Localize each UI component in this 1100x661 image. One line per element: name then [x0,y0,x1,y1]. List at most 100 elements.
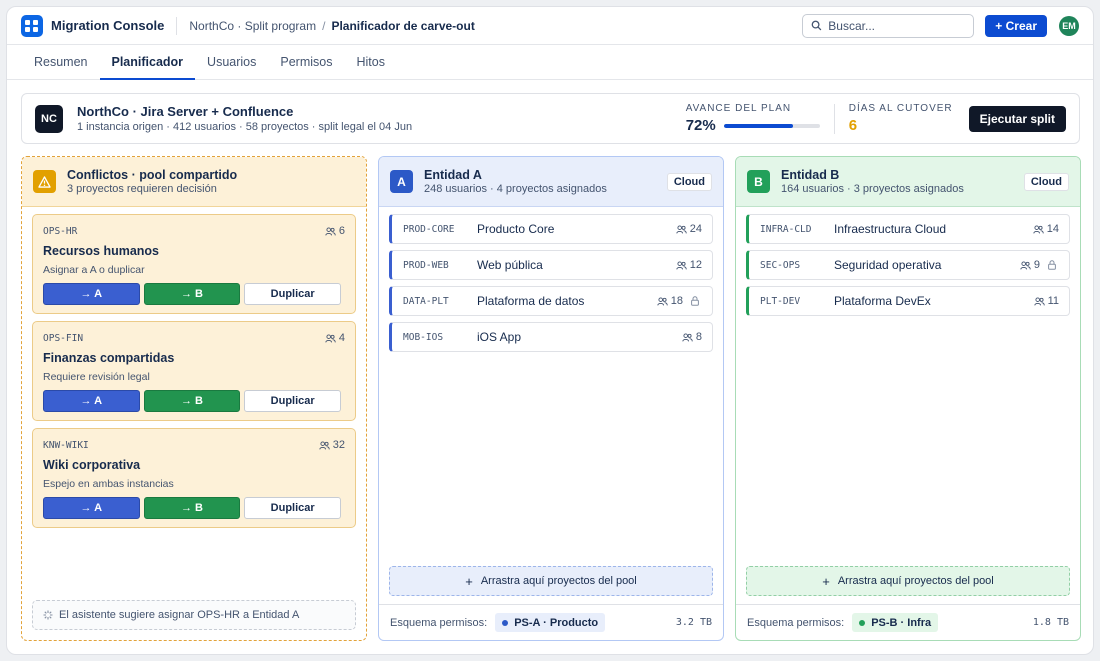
user-count-value: 12 [689,259,702,271]
tab-usuarios[interactable]: Usuarios [195,45,268,79]
project-name: Recursos humanos [43,244,160,258]
entity-a-header: A Entidad A 248 usuarios · 4 proyectos a… [379,157,723,207]
tab-planificador[interactable]: Planificador [99,45,196,80]
assign-a-button[interactable]: → A [43,283,140,305]
conflicts-title: Conflictos · pool compartido [67,168,238,182]
days-value: 6 [848,117,858,134]
cloud-tag: Cloud [1023,172,1069,191]
plan-title: NorthCo · Jira Server + Confluence [77,104,294,119]
breadcrumb-separator: / [322,18,326,33]
project-row[interactable]: PLT-DEV Plataforma DevEx 11 [746,286,1070,316]
users-icon [676,260,687,270]
assistant-text: El asistente sugiere asignar OPS-HR a En… [59,609,300,621]
scheme-label: Esquema permisos: [390,616,488,629]
project-code: DATA-PLT [403,295,449,307]
duplicate-button[interactable]: Duplicar [244,497,342,519]
project-name: Seguridad operativa [834,258,942,272]
user-count: 32 [319,439,345,451]
user-count: 18 [657,295,702,307]
project-code: MOB-IOS [403,331,444,343]
project-code: SEC-OPS [760,259,801,271]
project-name: Infraestructura Cloud [834,222,947,236]
drop-zone-label: Arrastra aquí proyectos del pool [480,575,637,587]
user-count: 14 [1033,223,1059,235]
project-name: Wiki corporativa [43,458,141,472]
conflict-note: Espejo en ambas instancias [43,478,174,490]
divider [176,16,178,35]
users-icon [1033,296,1045,306]
assign-b-button[interactable]: → B [143,497,241,519]
project-row[interactable]: INFRA-CLD Infraestructura Cloud 14 [746,214,1070,244]
permission-scheme-chip[interactable]: PS-A · Producto [495,613,606,632]
entity-a-subtitle: 248 usuarios · 4 proyectos asignados [424,183,607,195]
entity-b-footer: Esquema permisos: PS-B · Infra 1.8 TB [736,604,1080,640]
drop-zone[interactable]: + Arrastra aquí proyectos del pool [389,566,713,596]
progress-label: AVANCE DEL PLAN [685,103,792,114]
assign-b-button[interactable]: → B [143,390,241,412]
user-count-value: 4 [338,332,345,344]
project-row[interactable]: PROD-CORE Producto Core 24 [389,214,713,244]
user-count: 11 [1033,295,1059,307]
permission-scheme-chip[interactable]: PS-B · Infra [852,613,939,632]
user-count: 6 [325,225,345,237]
project-name: iOS App [477,330,522,344]
project-code: OPS-FIN [43,332,84,344]
user-count: 24 [676,223,702,235]
conflict-card[interactable]: OPS-HR 6 Recursos humanos Asignar a A o … [32,214,356,314]
entity-b-subtitle: 164 usuarios · 3 proyectos asignados [781,183,964,195]
project-row[interactable]: PROD-WEB Web pública 12 [389,250,713,280]
drop-zone-label: Arrastra aquí proyectos del pool [837,575,994,587]
project-name: Producto Core [477,222,555,236]
avatar[interactable]: EM [1059,15,1079,36]
project-code: INFRA-CLD [760,223,812,235]
tab-resumen[interactable]: Resumen [22,45,100,79]
create-button[interactable]: + Crear [985,14,1047,37]
assign-b-button[interactable]: → B [143,283,241,305]
project-row[interactable]: DATA-PLT Plataforma de datos 18 [389,286,713,316]
users-icon [319,440,330,450]
tab-permisos[interactable]: Permisos [268,45,344,79]
assistant-suggestion[interactable]: El asistente sugiere asignar OPS-HR a En… [32,600,356,630]
search-placeholder: Buscar... [828,18,875,33]
user-count: 12 [676,259,702,271]
user-count: 4 [325,332,345,344]
project-row[interactable]: MOB-IOS iOS App 8 [389,322,713,352]
project-code: PROD-WEB [403,259,449,271]
users-icon [1033,224,1044,234]
tab-bar: Resumen Planificador Usuarios Permisos H… [7,45,1093,80]
user-count-value: 11 [1047,295,1059,307]
project-name: Finanzas compartidas [43,351,175,365]
user-count: 9 [1020,259,1059,271]
conflict-card[interactable]: OPS-FIN 4 Finanzas compartidas Requiere … [32,321,356,421]
drop-zone[interactable]: + Arrastra aquí proyectos del pool [746,566,1070,596]
warning-icon [33,170,56,193]
assign-a-button[interactable]: → A [43,497,140,519]
users-icon [1020,260,1031,270]
days-label: DÍAS AL CUTOVER [848,103,953,114]
entity-b-header: B Entidad B 164 usuarios · 3 proyectos a… [736,157,1080,207]
entity-b-column: B Entidad B 164 usuarios · 3 proyectos a… [735,156,1081,641]
duplicate-button[interactable]: Duplicar [244,283,342,305]
user-count-value: 18 [670,295,683,307]
search-input[interactable]: Buscar... [802,13,975,38]
project-code: OPS-HR [43,225,78,237]
entity-a-title: Entidad A [424,168,482,182]
entity-a-footer: Esquema permisos: PS-A · Producto 3.2 TB [379,604,723,640]
search-icon [811,20,822,31]
duplicate-button[interactable]: Duplicar [244,390,342,412]
entity-b-title: Entidad B [781,168,840,182]
storage-size: 3.2 TB [675,617,712,628]
grid-logo-icon[interactable] [21,14,43,37]
conflict-card[interactable]: KNW-WIKI 32 Wiki corporativa Espejo en a… [32,428,356,528]
tab-hitos[interactable]: Hitos [344,45,396,79]
run-split-button[interactable]: Ejecutar split [968,105,1066,132]
progress-bar [723,123,820,128]
project-row[interactable]: SEC-OPS Seguridad operativa 9 [746,250,1070,280]
breadcrumb-parent[interactable]: NorthCo · Split program [189,19,316,33]
assign-a-button[interactable]: → A [43,390,140,412]
entity-a-column: A Entidad A 248 usuarios · 4 proyectos a… [378,156,724,641]
app-name: Migration Console [51,18,165,33]
users-icon [325,226,336,236]
sparkle-icon [43,610,53,620]
project-code: KNW-WIKI [43,439,89,451]
